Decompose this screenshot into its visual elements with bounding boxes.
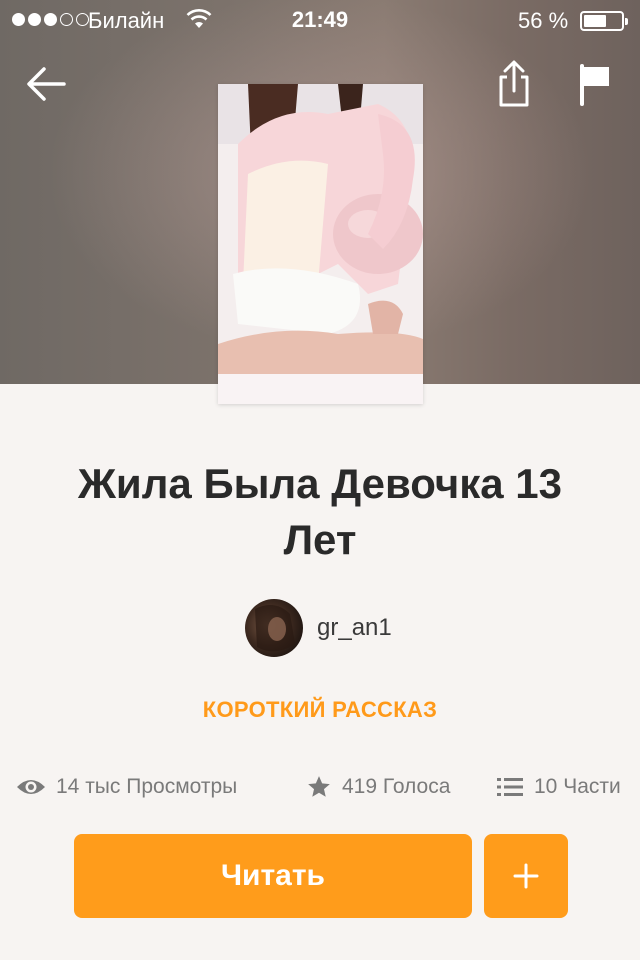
battery-percent: 56 % (518, 8, 569, 33)
status-bar: Билайн 21:49 56 % (0, 0, 640, 40)
share-button[interactable] (488, 58, 540, 110)
battery-icon (580, 11, 628, 31)
report-button[interactable] (568, 58, 620, 110)
back-button[interactable] (20, 58, 72, 110)
list-icon (497, 778, 523, 796)
story-title: Жила Была Девочка 13 Лет (77, 460, 563, 563)
parts-count: 10 Части (534, 775, 621, 798)
author-link[interactable]: gr_an1 (245, 598, 392, 658)
author-name: gr_an1 (317, 614, 392, 641)
views-stat: 14 тыс Просмотры (16, 770, 237, 804)
story-stats: 14 тыс Просмотры 419 Голоса 10 Части (0, 770, 640, 804)
parts-stat: 10 Части (496, 770, 621, 804)
story-category-tag[interactable]: КОРОТКИЙ РАССКАЗ (0, 697, 640, 723)
plus-icon (513, 863, 539, 889)
story-cover-image[interactable] (218, 84, 423, 404)
views-count: 14 тыс Просмотры (56, 775, 238, 798)
votes-count: 419 Голоса (342, 775, 451, 798)
arrow-left-icon (27, 67, 66, 101)
star-icon (308, 776, 330, 797)
avatar (245, 599, 303, 657)
add-to-library-button[interactable] (484, 834, 568, 918)
read-button[interactable]: Читать (74, 834, 472, 918)
share-icon (499, 60, 529, 107)
eye-icon (17, 780, 45, 794)
votes-stat: 419 Голоса (306, 770, 450, 804)
flag-icon (580, 64, 609, 106)
